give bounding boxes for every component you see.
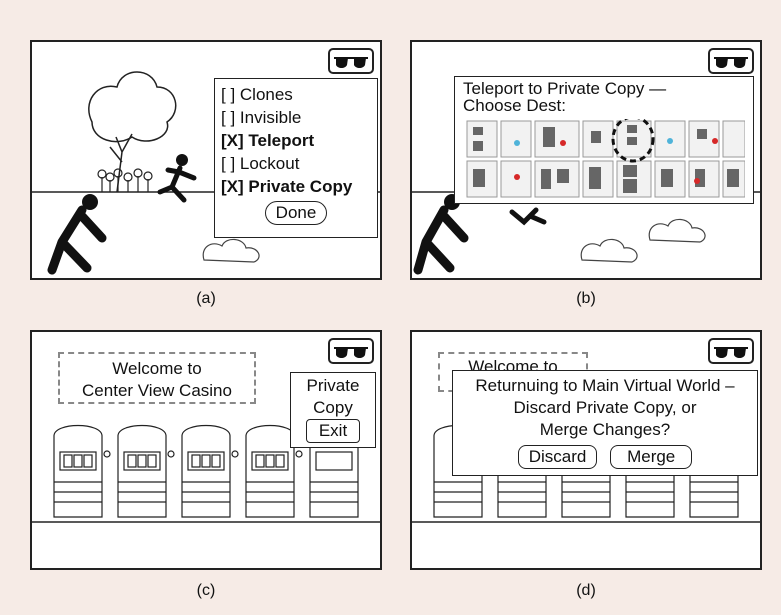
option-lockout[interactable]: [ ] Lockout [221, 152, 371, 175]
discard-button[interactable]: Discard [517, 445, 598, 469]
panel-a: [ ] Clones [ ] Invisible [X] Teleport [ … [30, 40, 382, 280]
panel-c: Welcome to Center View Casino Private Co… [30, 330, 382, 570]
map-marker-cyan [667, 138, 673, 144]
sunglasses-icon-button[interactable] [708, 48, 754, 74]
casino-welcome-sign: Welcome to Center View Casino [58, 352, 256, 404]
option-invisible[interactable]: [ ] Invisible [221, 106, 371, 129]
map-marker-red [712, 138, 718, 144]
sunglasses-icon-button[interactable] [328, 48, 374, 74]
private-copy-label-1: Private [306, 376, 360, 395]
running-person-icon [509, 207, 547, 226]
option-private-copy[interactable]: [X] Private Copy [221, 175, 371, 198]
caption-d: (d) [576, 582, 596, 599]
sign-line-2: Center View Casino [82, 381, 232, 400]
slot-machines-icon [53, 425, 111, 518]
merge-button[interactable]: Merge [610, 445, 693, 469]
map-marker-cyan [514, 140, 520, 146]
sunglasses-icon [714, 57, 748, 68]
return-dialog-line-1: Returnuing to Main Virtual World – [475, 376, 735, 395]
option-teleport[interactable]: [X] Teleport [221, 129, 371, 152]
exit-button[interactable]: Exit [305, 419, 361, 443]
panel-d: Welcome to Returnuing to Main Virtual Wo… [410, 330, 762, 570]
bush-icon [580, 218, 706, 263]
sunglasses-icon [714, 347, 748, 358]
destination-map[interactable] [465, 119, 745, 199]
teleport-dialog: Teleport to Private Copy — Choose Dest: [454, 76, 754, 204]
map-marker-red [694, 178, 700, 184]
done-button[interactable]: Done [264, 201, 328, 225]
sunglasses-icon-button[interactable] [328, 338, 374, 364]
bush-icon [202, 238, 260, 263]
tree-icon [88, 71, 177, 193]
map-marker-red [560, 140, 566, 146]
panel-b: Teleport to Private Copy — Choose Dest: [410, 40, 762, 280]
flowers-icon [97, 168, 153, 192]
map-marker-red [514, 174, 520, 180]
return-dialog-line-3: Merge Changes? [539, 420, 671, 439]
private-copy-box: Private Copy Exit [290, 372, 376, 448]
sunglasses-icon [334, 347, 368, 358]
stretching-person-icon [47, 194, 107, 275]
stretching-person-icon [413, 194, 469, 275]
sign-line-1: Welcome to [112, 359, 202, 378]
return-dialog-line-2: Discard Private Copy, or [513, 398, 697, 417]
sunglasses-icon-button[interactable] [708, 338, 754, 364]
option-clones[interactable]: [ ] Clones [221, 83, 371, 106]
caption-b: (b) [576, 290, 596, 307]
caption-a: (a) [196, 290, 216, 307]
caption-c: (c) [196, 582, 216, 599]
return-dialog: Returnuing to Main Virtual World – Disca… [452, 370, 758, 476]
running-person-icon [157, 154, 197, 203]
power-options-menu: [ ] Clones [ ] Invisible [X] Teleport [ … [214, 78, 378, 238]
sunglasses-icon [334, 57, 368, 68]
private-copy-label-2: Copy [313, 398, 353, 417]
